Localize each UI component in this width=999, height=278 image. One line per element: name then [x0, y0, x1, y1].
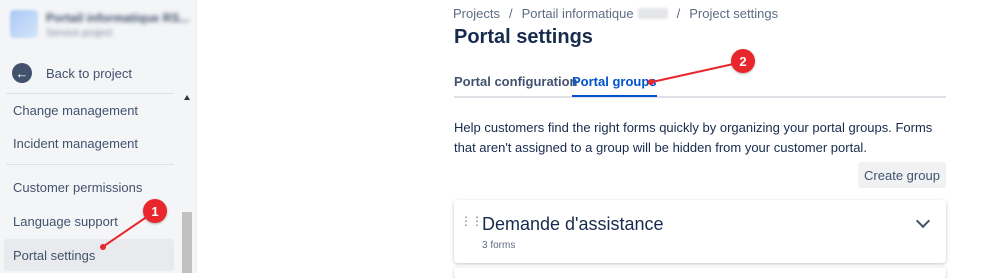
portal-group-card[interactable]: ⋮⋮ Demande d'assistance 3 forms: [454, 200, 946, 263]
sidebar-item-label: Change management: [13, 102, 139, 118]
project-avatar: [10, 10, 38, 38]
drag-handle-icon[interactable]: ⋮⋮: [460, 214, 483, 228]
breadcrumb-projects[interactable]: Projects: [453, 6, 500, 21]
arrow-left-circle-icon: ←: [12, 63, 32, 83]
sidebar-item-incident-management[interactable]: Incident management: [4, 127, 174, 159]
project-type: Service project: [46, 28, 113, 39]
scrollbar-thumb[interactable]: [182, 212, 192, 273]
breadcrumb-redacted: [637, 8, 668, 19]
annotation-marker-2: 2: [731, 49, 755, 73]
breadcrumb-separator: /: [508, 6, 513, 21]
breadcrumb: Projects / Portail informatique / Projec…: [453, 6, 778, 21]
tab-portal-configuration[interactable]: Portal configuration: [454, 74, 578, 95]
create-group-button[interactable]: Create group: [858, 162, 946, 188]
project-header[interactable]: Portail informatique RS... Service proje…: [10, 8, 190, 44]
breadcrumb-separator: /: [676, 6, 681, 21]
breadcrumb-project-settings[interactable]: Project settings: [689, 6, 778, 21]
breadcrumb-project[interactable]: Portail informatique: [522, 6, 634, 21]
chevron-down-icon[interactable]: [915, 213, 931, 229]
sidebar: Portail informatique RS... Service proje…: [0, 0, 197, 273]
tab-bar: Portal configuration Portal groups: [454, 74, 946, 98]
sidebar-item-label: Customer permissions: [13, 179, 143, 195]
back-to-project-label: Back to project: [46, 65, 132, 81]
help-text: Help customers find the right forms quic…: [454, 120, 933, 155]
annotation-marker-1: 1: [143, 199, 167, 223]
project-name: Portail informatique RS...: [46, 11, 190, 25]
scroll-up-arrow-icon[interactable]: [184, 95, 190, 100]
tab-portal-groups[interactable]: Portal groups: [572, 74, 657, 97]
group-form-count: 3 forms: [482, 240, 516, 251]
page-title: Portal settings: [454, 26, 593, 48]
back-to-project-link[interactable]: ← Back to project: [12, 62, 132, 84]
portal-group-card-next[interactable]: [454, 268, 946, 278]
sidebar-item-customer-permissions[interactable]: Customer permissions: [4, 171, 174, 203]
group-title: Demande d'assistance: [482, 214, 664, 234]
sidebar-scrollbar[interactable]: [181, 92, 193, 273]
sidebar-item-change-management[interactable]: Change management: [4, 94, 174, 126]
sidebar-item-portal-settings[interactable]: Portal settings: [4, 239, 174, 271]
sidebar-item-label: Language support: [13, 213, 118, 229]
sidebar-divider: [6, 164, 174, 165]
sidebar-item-label: Portal settings: [13, 247, 96, 263]
sidebar-item-label: Incident management: [13, 135, 139, 151]
